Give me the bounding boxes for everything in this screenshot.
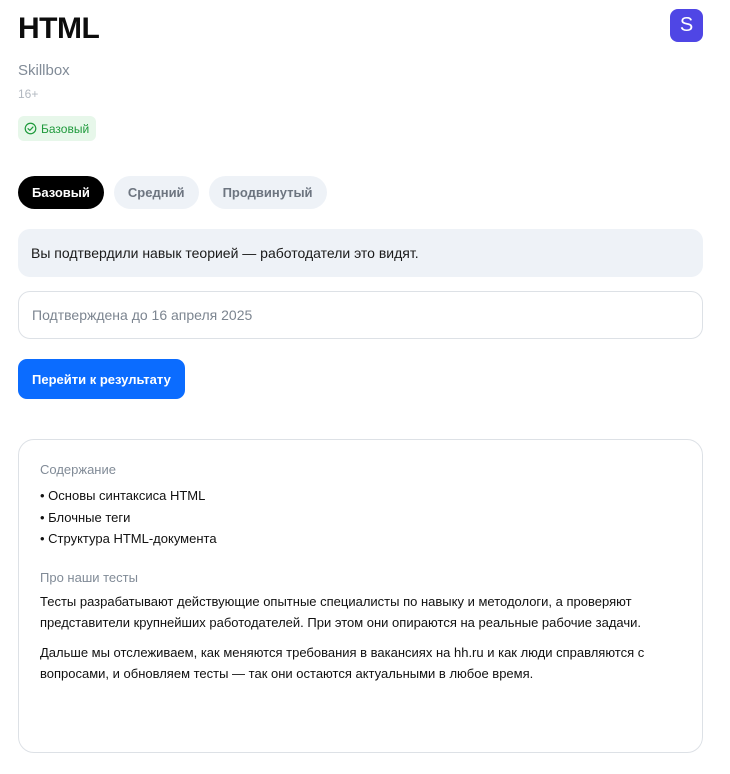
level-badge-label: Базовый	[41, 121, 90, 136]
list-item: Основы синтаксиса HTML	[40, 485, 682, 507]
content-card: Содержание Основы синтаксиса HTML Блочны…	[18, 439, 703, 753]
content-list: Основы синтаксиса HTML Блочные теги Стру…	[40, 485, 682, 550]
about-heading: Про наши тесты	[40, 569, 138, 585]
content-heading: Содержание	[40, 462, 116, 477]
go-to-result-button[interactable]: Перейти к результату	[18, 359, 185, 399]
page-title: HTML	[18, 12, 100, 45]
check-circle-icon	[24, 122, 37, 135]
list-item: Блочные теги	[40, 507, 682, 529]
about-paragraph: Тесты разрабатывают действующие опытные …	[40, 593, 642, 631]
info-message: Вы подтвердили навык теорией — работодат…	[18, 229, 703, 277]
age-rating: 16+	[18, 87, 39, 101]
validity-field: Подтверждена до 16 апреля 2025	[18, 291, 703, 339]
about-paragraph: Дальше мы отслеживаем, как меняются треб…	[40, 644, 645, 682]
provider-logo: S	[670, 9, 703, 42]
tab-basic[interactable]: Базовый	[18, 176, 104, 209]
tab-intermediate[interactable]: Средний	[113, 176, 199, 209]
level-badge: Базовый	[18, 116, 97, 141]
list-item: Структура HTML-документа	[40, 528, 682, 550]
tab-advanced[interactable]: Продвинутый	[208, 176, 327, 209]
level-tabs: Базовый Средний Продвинутый	[18, 176, 327, 209]
provider-name: Skillbox	[18, 62, 70, 79]
